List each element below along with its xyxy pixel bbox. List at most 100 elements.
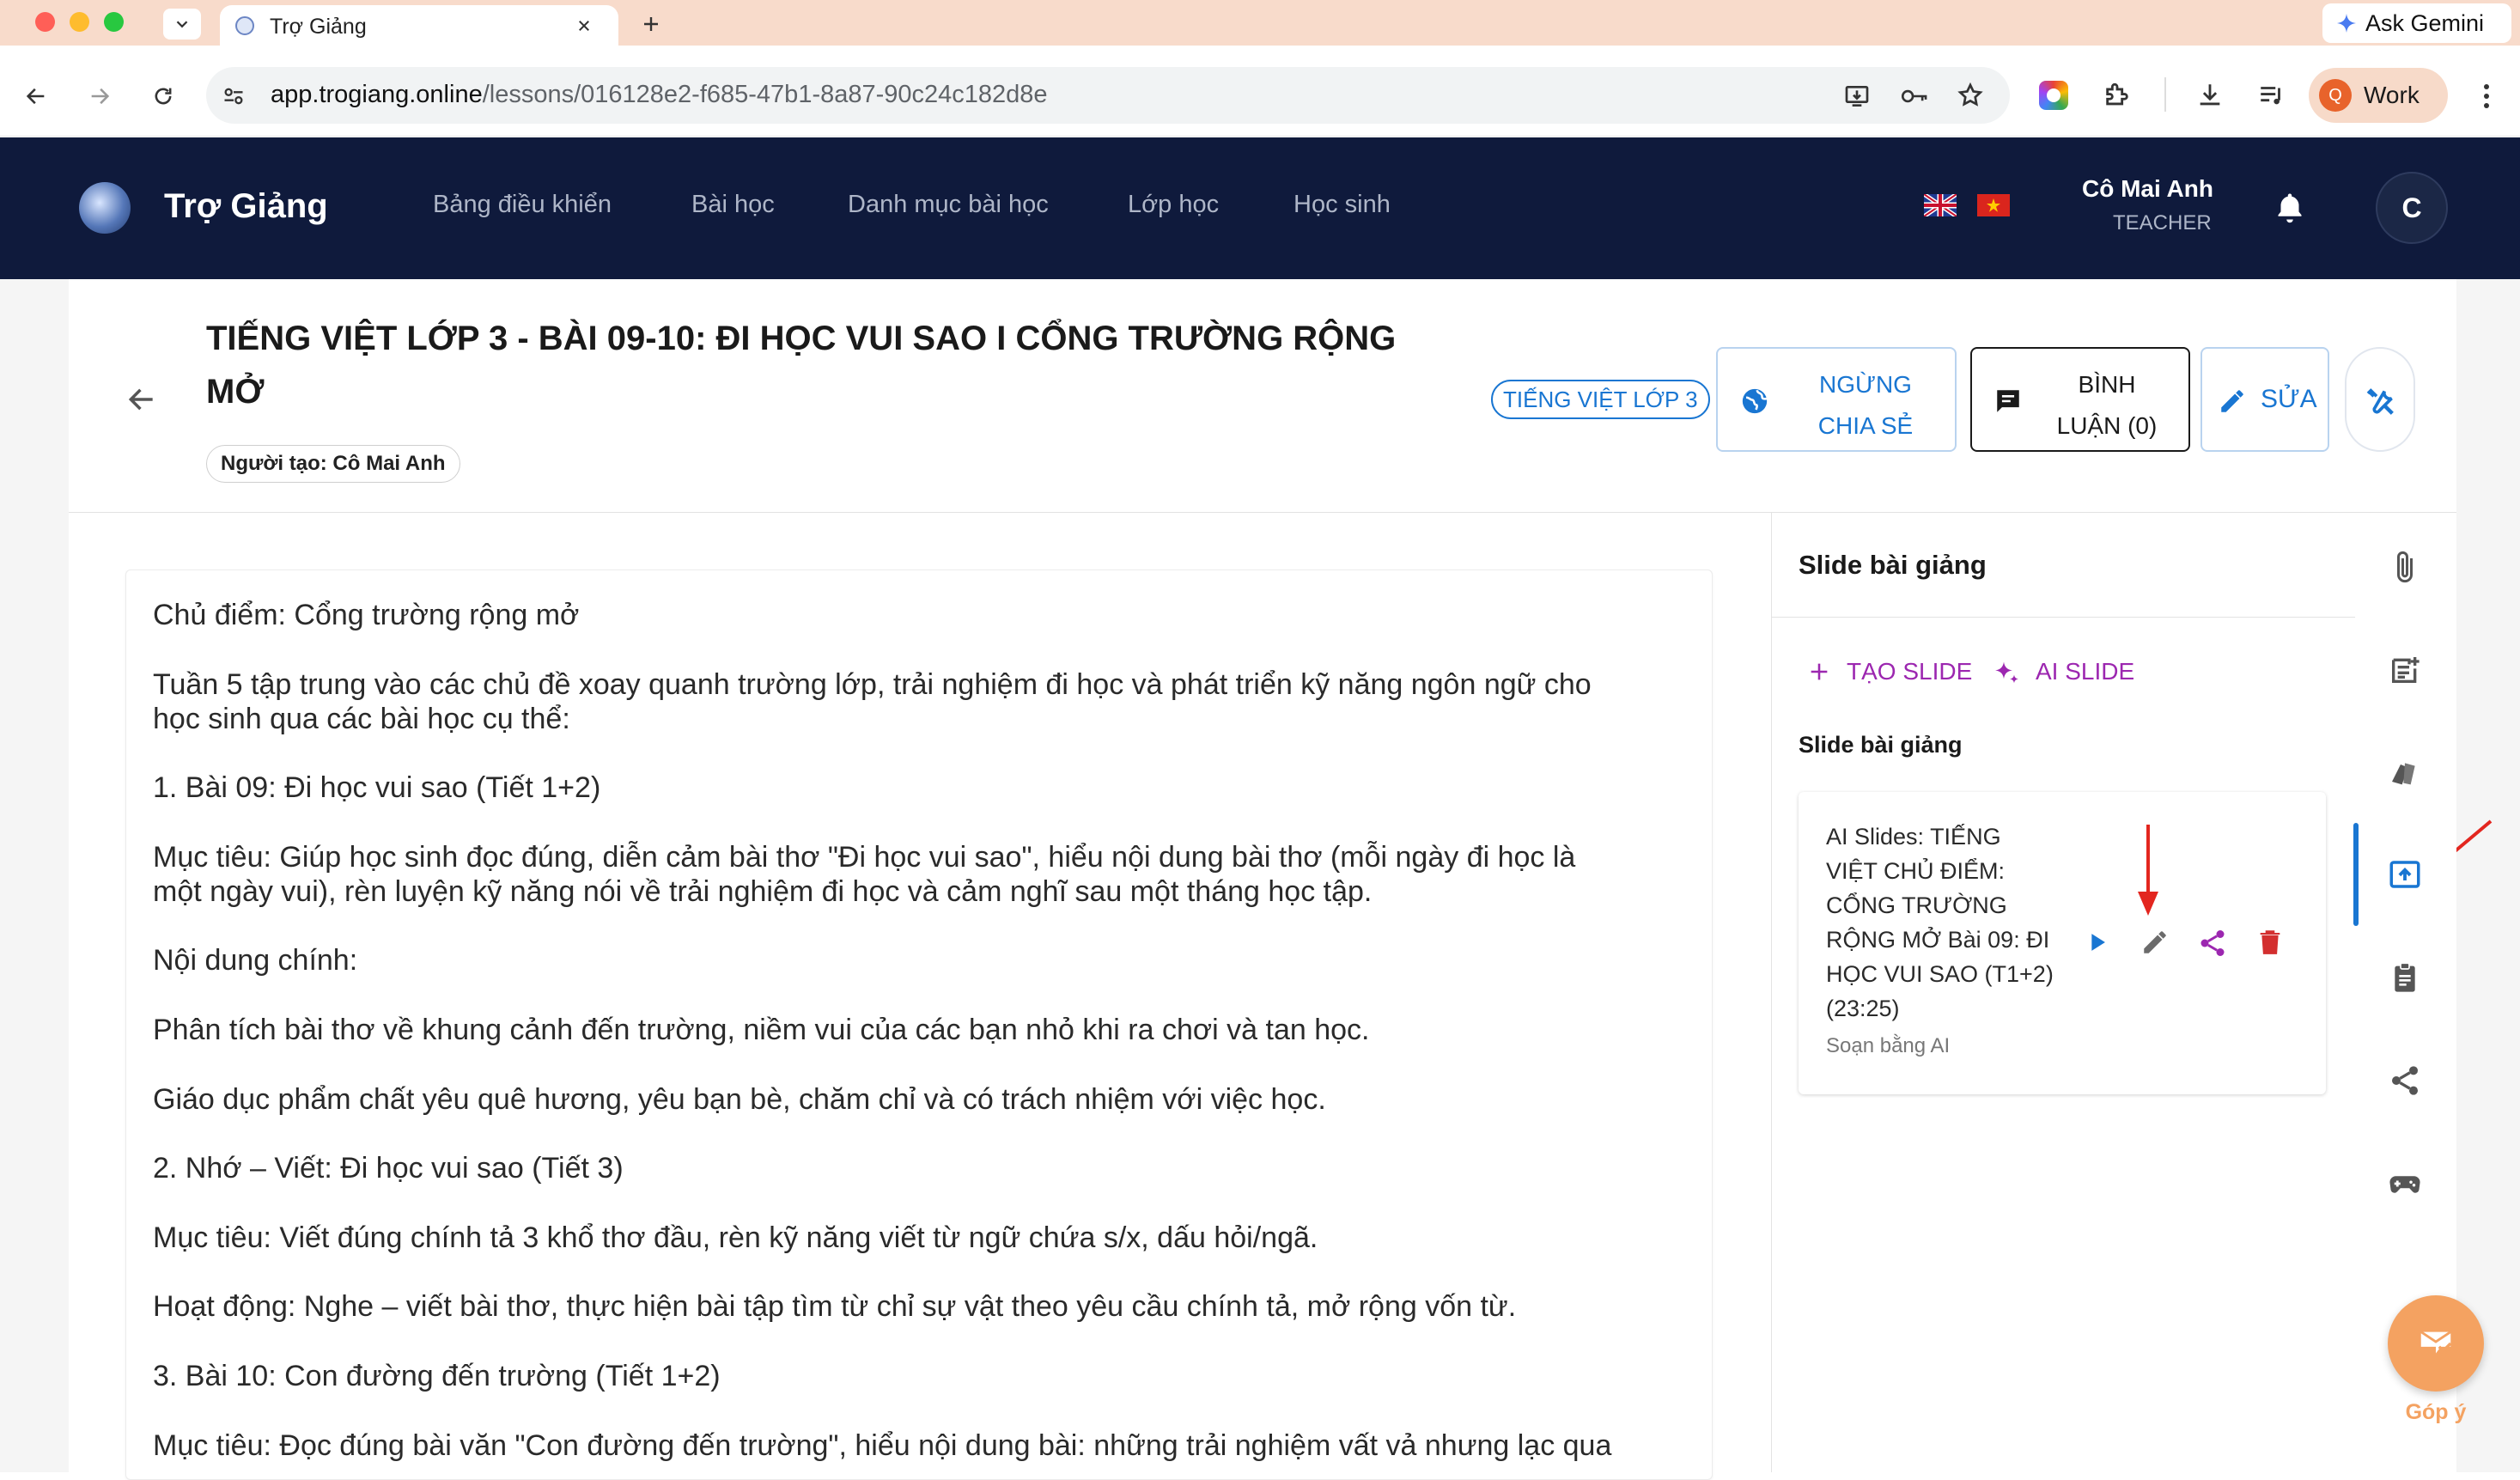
url-domain: app.trogiang.online [271, 81, 483, 108]
content-paragraph: Mục tiêu: Đọc đúng bài văn "Con đường đế… [153, 1429, 1612, 1462]
site-favicon-icon [235, 16, 254, 35]
user-name: Cô Mai Anh [2082, 175, 2213, 202]
site-settings-icon[interactable] [222, 84, 246, 108]
user-avatar[interactable]: C [2376, 172, 2448, 244]
tools-wrench-icon [2366, 388, 2394, 415]
share-slide-icon[interactable] [2197, 928, 2228, 959]
slide-title-line: CỔNG TRƯỜNG [1826, 892, 2007, 918]
ai-slide-label: AI SLIDE [2036, 658, 2135, 685]
nav-classes[interactable]: Lớp học [1128, 191, 1219, 219]
content-paragraph: Phân tích bài thơ về khung cảnh đến trườ… [153, 1014, 1370, 1046]
edit-lesson-label: SỬA [2261, 385, 2317, 413]
creator-chip: Người tạo: Cô Mai Anh [206, 445, 460, 483]
extensions-puzzle-icon[interactable] [2103, 81, 2132, 110]
ask-gemini-label: Ask Gemini [2365, 10, 2485, 36]
forward-icon[interactable] [82, 79, 117, 113]
share-icon[interactable] [2379, 1055, 2431, 1106]
content-paragraph: 2. Nhớ – Viết: Đi học vui sao (Tiết 3) [153, 1152, 624, 1185]
reload-icon[interactable] [146, 79, 180, 113]
plus-icon [1811, 663, 1828, 680]
content-paragraph: Mục tiêu: Viết đúng chính tả 3 khổ thơ đ… [153, 1221, 1318, 1254]
english-flag-icon[interactable] [1924, 194, 1957, 216]
comments-line2: LUẬN (0) [2056, 412, 2158, 439]
minimize-window-button[interactable] [70, 12, 89, 32]
extension-color-icon[interactable] [2039, 81, 2068, 110]
tools-button[interactable] [2345, 347, 2415, 452]
edit-lesson-button[interactable]: SỬA [2200, 347, 2329, 452]
add-note-icon[interactable] [2379, 644, 2431, 696]
stop-sharing-line1: NGỪNG [1819, 371, 1912, 398]
nav-lessons[interactable]: Bài học [691, 191, 775, 219]
back-arrow-icon[interactable] [120, 378, 163, 421]
slide-title-line: AI Slides: TIẾNG [1826, 824, 2001, 850]
rail-active-indicator [2353, 823, 2359, 926]
feedback-mail-icon [2420, 1331, 2452, 1354]
nav-students[interactable]: Học sinh [1293, 191, 1391, 219]
create-slide-label: TẠO SLIDE [1847, 658, 1973, 685]
tab-list-button[interactable] [163, 9, 201, 40]
vietnam-flag-icon[interactable] [1977, 194, 2010, 216]
address-bar[interactable]: app.trogiang.online/lessons/016128e2-f68… [206, 67, 2010, 124]
close-tab-icon[interactable] [570, 12, 598, 40]
play-icon[interactable] [2082, 928, 2111, 957]
edit-slide-icon[interactable] [2140, 928, 2170, 957]
assignment-icon[interactable] [2379, 952, 2431, 1003]
browser-menu-icon[interactable] [2474, 79, 2499, 113]
gemini-sparkle-icon [2337, 14, 2356, 33]
globe-icon [1742, 388, 1768, 414]
slide-title-line: RỘNG MỞ Bài 09: ĐI [1826, 927, 2050, 953]
content-paragraph: Nội dung chính: [153, 944, 358, 977]
content-paragraph: Mục tiêu: Giúp học sinh đọc đúng, diễn c… [153, 841, 1576, 874]
content-paragraph: học sinh qua các bài học cụ thể: [153, 703, 570, 735]
game-controller-icon[interactable] [2379, 1158, 2431, 1209]
browser-tab-active[interactable]: Trợ Giảng [220, 5, 618, 46]
page-gutter-left [0, 279, 69, 1472]
ai-sparkle-icon [1995, 661, 2018, 684]
nav-dashboard[interactable]: Bảng điều khiển [433, 191, 612, 219]
content-paragraph: một ngày vui), rèn luyện kỹ năng nói về … [153, 875, 1373, 908]
attachment-icon[interactable] [2379, 541, 2431, 593]
slides-present-icon[interactable] [2379, 849, 2431, 900]
content-paragraph: Chủ điểm: Cổng trường rộng mở [153, 599, 580, 631]
back-icon[interactable] [19, 79, 53, 113]
app-header [0, 137, 2520, 279]
panel-divider [1771, 617, 2355, 618]
feedback-button[interactable] [2388, 1295, 2484, 1392]
close-window-button[interactable] [35, 12, 55, 32]
bookmark-star-icon[interactable] [1957, 82, 1984, 109]
ask-gemini-button[interactable]: Ask Gemini [2322, 3, 2511, 43]
flashcards-icon[interactable] [2379, 747, 2431, 799]
install-app-icon[interactable] [1843, 82, 1871, 110]
profile-button[interactable]: Q Work [2309, 68, 2448, 123]
slides-section-label: Slide bài giảng [1799, 732, 1963, 758]
media-queue-icon[interactable] [2257, 81, 2286, 110]
comments-line1: BÌNH [2078, 371, 2136, 398]
content-paragraph: 1. Bài 09: Đi học vui sao (Tiết 1+2) [153, 771, 601, 804]
slide-caption: Soạn bằng AI [1826, 1034, 1951, 1057]
maximize-window-button[interactable] [104, 12, 124, 32]
download-icon[interactable] [2195, 81, 2225, 110]
profile-avatar: Q [2319, 79, 2352, 112]
slide-title-line: (23:25) [1826, 996, 1900, 1021]
slide-card[interactable]: AI Slides: TIẾNG VIỆT CHỦ ĐIỂM: CỔNG TRƯ… [1799, 792, 2326, 1094]
lesson-title-line2: MỞ [206, 373, 265, 411]
app-brand[interactable]: Trợ Giảng [164, 187, 328, 226]
comments-button[interactable]: BÌNH LUẬN (0) [1970, 347, 2190, 452]
subject-tag[interactable]: TIẾNG VIỆT LỚP 3 [1491, 380, 1710, 419]
chevron-down-icon [176, 21, 188, 28]
password-key-icon[interactable] [1900, 82, 1929, 110]
slide-title-line: HỌC VUI SAO (T1+2) [1826, 961, 2054, 987]
notification-bell-icon[interactable] [2274, 191, 2305, 225]
url-path: /lessons/016128e2-f685-47b1-8a87-90c24c1… [482, 81, 1048, 108]
app-logo-icon[interactable] [79, 182, 131, 234]
panel-title: Slide bài giảng [1799, 550, 1987, 580]
content-paragraph: Giáo dục phẩm chất yêu quê hương, yêu bạ… [153, 1083, 1326, 1116]
nav-lesson-catalog[interactable]: Danh mục bài học [848, 191, 1049, 219]
new-tab-icon[interactable] [634, 7, 668, 41]
stop-sharing-button[interactable]: NGỪNG CHIA SẺ [1716, 347, 1957, 452]
feedback-label: Góp ý [2405, 1400, 2467, 1424]
content-paragraph: 3. Bài 10: Con đường đến trường (Tiết 1+… [153, 1360, 721, 1392]
toolbar-divider [2164, 77, 2166, 112]
delete-slide-icon[interactable] [2255, 928, 2285, 957]
comment-icon [1997, 390, 2019, 412]
